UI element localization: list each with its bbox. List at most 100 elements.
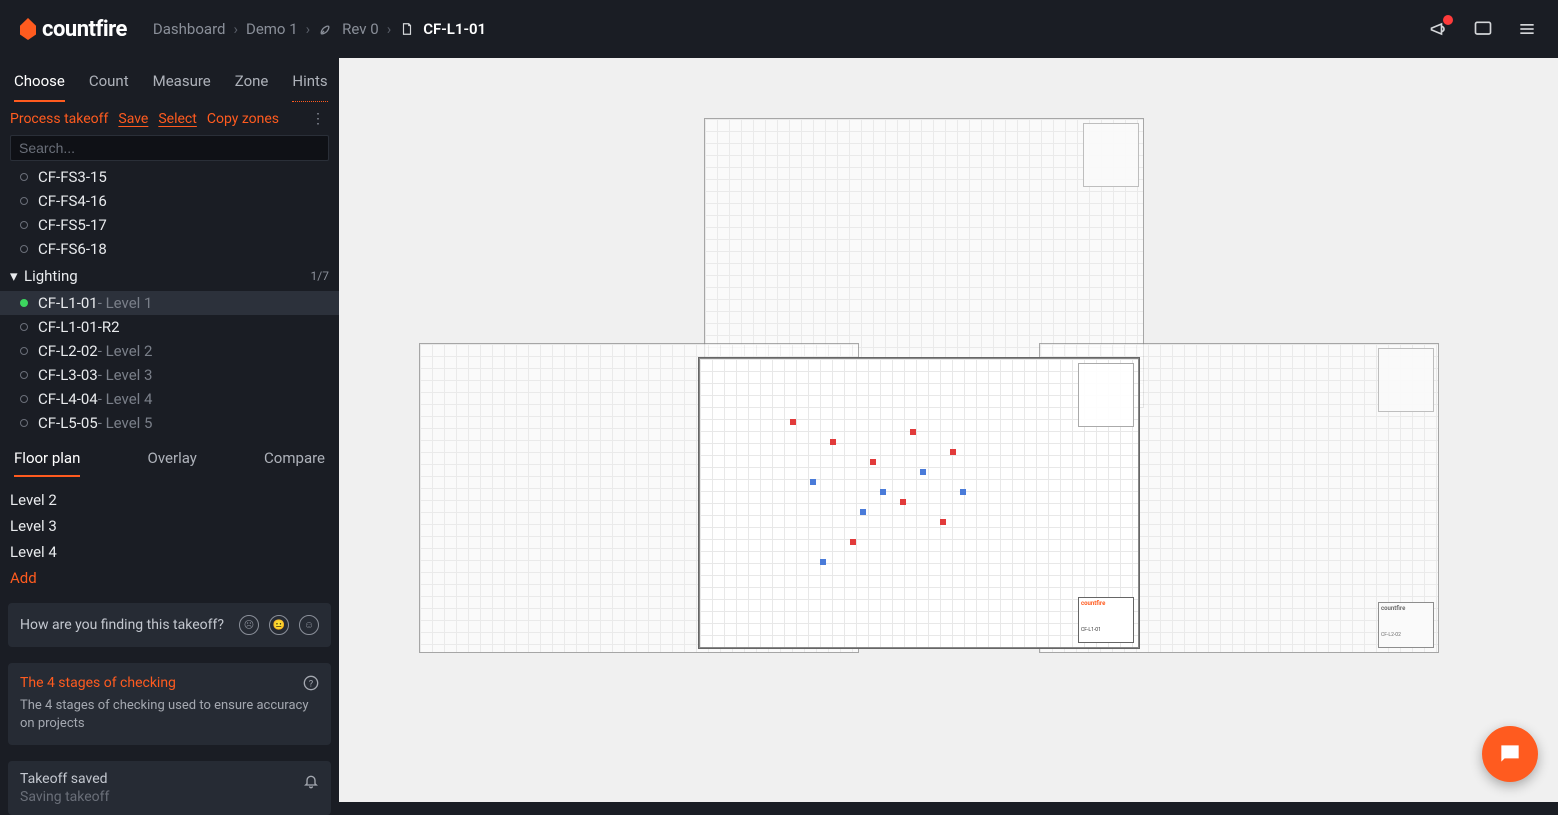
actions-row: Process takeoff Save Select Copy zones ⋮ [0, 103, 339, 135]
neutral-face-icon[interactable]: 😐 [269, 615, 289, 635]
title-block: countfire CF-L1-01 [1078, 597, 1134, 643]
svg-text:?: ? [309, 678, 314, 689]
tree-item[interactable]: CF-FS5-17 [0, 213, 339, 237]
count-marker-icon [810, 479, 816, 485]
status-dot-icon [20, 299, 28, 307]
drawing-legend [1083, 123, 1139, 187]
title-block: countfire CF-L2-02 [1378, 602, 1434, 648]
floor-item[interactable]: Level 3 [10, 513, 329, 539]
tree-item[interactable]: CF-L3-03 - Level 3 [0, 363, 339, 387]
document-icon [399, 21, 415, 37]
tree-item[interactable]: CF-L5-05 - Level 5 [0, 411, 339, 435]
add-floor-button[interactable]: Add [10, 565, 329, 591]
tab-compare[interactable]: Compare [264, 449, 325, 477]
tree-group-label: Lighting [24, 267, 78, 285]
breadcrumb-project[interactable]: Demo 1 [246, 20, 298, 38]
happy-face-icon[interactable]: ☺ [299, 615, 319, 635]
tree-item[interactable]: CF-FS3-15 [0, 165, 339, 189]
search-wrapper [0, 135, 339, 165]
count-marker-icon [830, 439, 836, 445]
drawing-legend [1078, 363, 1134, 427]
app-header: countfire Dashboard › Demo 1 › Rev 0 › C… [0, 0, 1558, 58]
status-dot-icon [20, 173, 28, 181]
search-input[interactable] [10, 135, 329, 161]
info-card-title: The 4 stages of checking [20, 675, 319, 691]
count-marker-icon [960, 489, 966, 495]
status-card: Takeoff saved Saving takeoff [8, 761, 331, 815]
brand-name: countfire [42, 17, 127, 42]
drawing-sheet-active[interactable]: countfire CF-L1-01 [699, 358, 1139, 648]
save-button[interactable]: Save [118, 111, 148, 127]
status-dot-icon [20, 347, 28, 355]
status-dot-icon [20, 395, 28, 403]
brand-logo[interactable]: countfire [20, 17, 127, 42]
more-actions-icon[interactable]: ⋮ [307, 111, 329, 127]
announcements-icon[interactable] [1428, 18, 1450, 40]
breadcrumb-current: CF-L1-01 [423, 20, 486, 38]
sidebar: Choose Count Measure Zone Hints Process … [0, 58, 339, 802]
chevron-right-icon: › [233, 20, 238, 38]
tree-item[interactable]: CF-L2-02 - Level 2 [0, 339, 339, 363]
tab-count[interactable]: Count [89, 72, 129, 102]
tree-item[interactable]: CF-FS6-18 [0, 237, 339, 261]
count-marker-icon [790, 419, 796, 425]
main-layout: Choose Count Measure Zone Hints Process … [0, 58, 1558, 802]
flame-icon [20, 18, 36, 40]
tool-tabs: Choose Count Measure Zone Hints [0, 58, 339, 103]
count-marker-icon [870, 459, 876, 465]
floor-list: Level 2 Level 3 Level 4 Add [0, 477, 339, 595]
drawing-tree: CF-FS3-15 CF-FS4-16 CF-FS5-17 CF-FS6-18 … [0, 165, 339, 435]
feedback-card: How are you finding this takeoff? ☹ 😐 ☺ [8, 603, 331, 647]
count-marker-icon [920, 469, 926, 475]
status-line-2: Saving takeoff [20, 789, 319, 805]
count-marker-icon [880, 489, 886, 495]
copy-zones-button[interactable]: Copy zones [207, 111, 279, 127]
breadcrumb-dashboard[interactable]: Dashboard [153, 20, 226, 38]
count-marker-icon [820, 559, 826, 565]
drawing-canvas[interactable]: countfire CF-L4-04 countfire CF-L3-03 co… [339, 58, 1558, 802]
count-marker-icon [940, 519, 946, 525]
tree-item[interactable]: CF-L1-01-R2 [0, 315, 339, 339]
status-line-1: Takeoff saved [20, 771, 319, 787]
count-marker-icon [900, 499, 906, 505]
status-dot-icon [20, 419, 28, 427]
header-actions [1428, 18, 1538, 40]
tab-overlay[interactable]: Overlay [148, 449, 197, 477]
status-dot-icon [20, 197, 28, 205]
chat-button[interactable] [1482, 726, 1538, 782]
floor-item[interactable]: Level 4 [10, 539, 329, 565]
menu-icon[interactable] [1516, 18, 1538, 40]
tree-group-count: 1/7 [311, 269, 329, 283]
tab-floor-plan[interactable]: Floor plan [14, 449, 80, 477]
tree-item[interactable]: CF-L4-04 - Level 4 [0, 387, 339, 411]
count-marker-icon [910, 429, 916, 435]
floor-item[interactable]: Level 2 [10, 487, 329, 513]
rocket-icon [318, 21, 334, 37]
select-button[interactable]: Select [158, 111, 196, 127]
chevron-right-icon: › [306, 20, 311, 38]
caret-down-icon: ▾ [10, 267, 20, 285]
tab-zone[interactable]: Zone [235, 72, 269, 102]
drawing-legend [1378, 348, 1434, 412]
breadcrumb: Dashboard › Demo 1 › Rev 0 › CF-L1-01 [153, 20, 486, 38]
info-card-desc: The 4 stages of checking used to ensure … [20, 697, 319, 733]
tab-hints[interactable]: Hints [292, 72, 327, 102]
info-card[interactable]: The 4 stages of checking The 4 stages of… [8, 663, 331, 745]
notification-dot [1443, 15, 1453, 25]
status-dot-icon [20, 221, 28, 229]
help-icon[interactable]: ? [303, 675, 319, 691]
tree-item[interactable]: CF-L1-01 - Level 1 [0, 291, 339, 315]
feedback-icon[interactable] [1472, 18, 1494, 40]
view-tabs: Floor plan Overlay Compare [0, 435, 339, 477]
tree-item[interactable]: CF-FS4-16 [0, 189, 339, 213]
tab-measure[interactable]: Measure [153, 72, 211, 102]
bell-icon[interactable] [303, 773, 319, 793]
process-takeoff-button[interactable]: Process takeoff [10, 111, 108, 127]
sad-face-icon[interactable]: ☹ [239, 615, 259, 635]
chevron-right-icon: › [387, 20, 392, 38]
tab-choose[interactable]: Choose [14, 72, 65, 102]
tree-group-lighting[interactable]: ▾ Lighting 1/7 [0, 261, 339, 291]
feedback-prompt: How are you finding this takeoff? [20, 617, 229, 633]
count-marker-icon [860, 509, 866, 515]
breadcrumb-revision[interactable]: Rev 0 [342, 20, 379, 38]
